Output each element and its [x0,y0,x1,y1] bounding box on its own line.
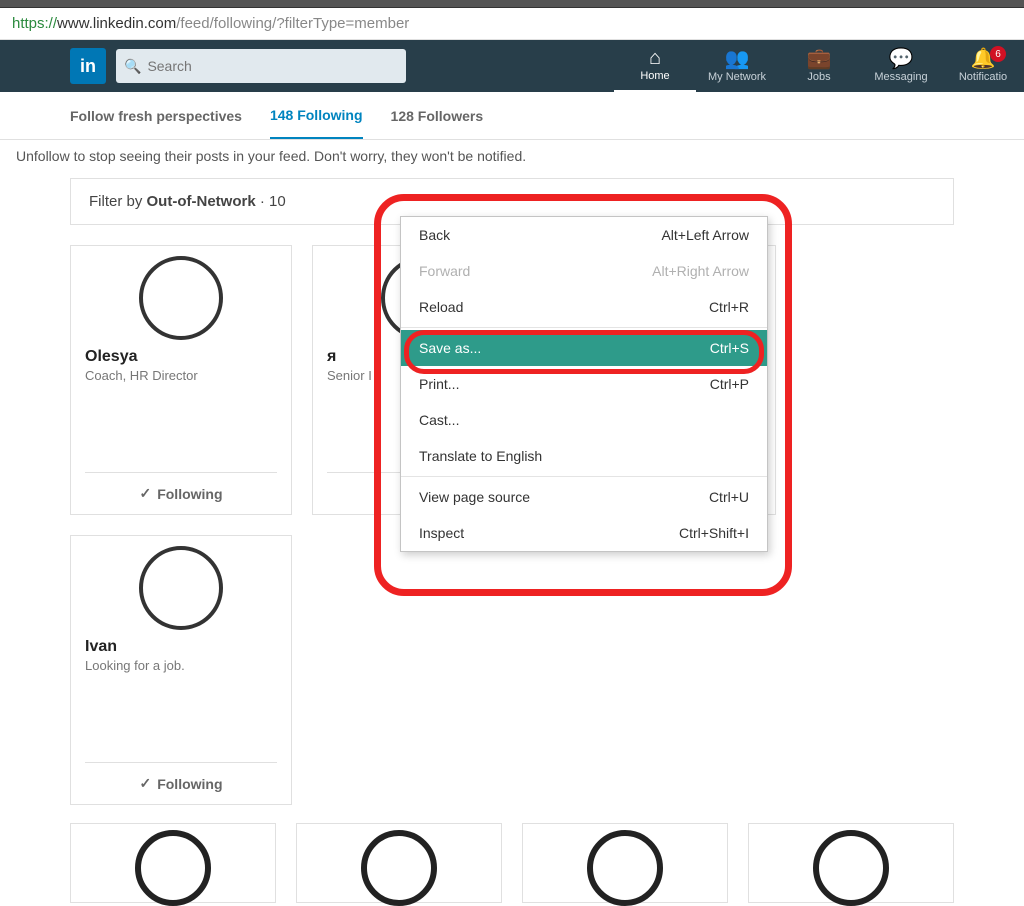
person-name: Ivan [85,638,117,656]
following-button[interactable]: ✓Following [85,472,277,514]
context-menu: BackAlt+Left Arrow ForwardAlt+Right Arro… [400,216,768,552]
person-card[interactable] [522,823,728,903]
avatar [139,256,223,340]
nav-label: Jobs [807,71,830,83]
sub-nav: Follow fresh perspectives 148 Following … [0,92,1024,140]
search-input[interactable] [147,58,398,74]
search-box[interactable]: 🔍 [116,49,406,83]
cm-separator [401,476,767,477]
chat-icon: 💬 [889,49,914,69]
top-nav: in 🔍 ⌂ Home 👥 My Network 💼 Jobs 💬 Messag… [0,40,1024,92]
avatar [139,546,223,630]
nav-label: My Network [708,71,766,83]
tab-followers[interactable]: 128 Followers [391,108,484,124]
cm-inspect[interactable]: InspectCtrl+Shift+I [401,515,767,551]
person-card[interactable] [748,823,954,903]
url-path: /feed/following/?filterType=member [176,15,409,32]
avatar [135,830,211,906]
people-grid-row-2 [0,805,1024,903]
briefcase-icon: 💼 [807,49,832,69]
home-icon: ⌂ [649,48,661,68]
url-bar[interactable]: https://www.linkedin.com/feed/following/… [0,8,1024,40]
unfollow-notice: Unfollow to stop seeing their posts in y… [0,140,1024,172]
tab-following[interactable]: 148 Following [270,107,363,139]
person-card[interactable] [296,823,502,903]
person-name: Olesya [85,348,137,366]
avatar [361,830,437,906]
person-card[interactable] [70,823,276,903]
cm-translate[interactable]: Translate to English [401,438,767,474]
avatar [813,830,889,906]
cm-save-as[interactable]: Save as...Ctrl+S [401,330,767,366]
network-icon: 👥 [725,49,750,69]
cm-separator [401,327,767,328]
following-button[interactable]: ✓Following [85,762,277,804]
url-protocol: https:// [12,15,57,32]
person-name: я [327,348,336,366]
person-tagline: Senior I [327,368,372,383]
person-card[interactable]: Ivan Looking for a job. ✓Following [70,535,292,805]
check-icon: ✓ [139,775,151,792]
nav-my-network[interactable]: 👥 My Network [696,40,778,92]
tab-fresh-perspectives[interactable]: Follow fresh perspectives [70,108,242,124]
cm-reload[interactable]: ReloadCtrl+R [401,289,767,325]
nav-label: Notificatio [959,71,1007,83]
avatar [587,830,663,906]
cm-back[interactable]: BackAlt+Left Arrow [401,217,767,253]
nav-label: Messaging [874,71,927,83]
nav-notifications[interactable]: 🔔 6 Notificatio [942,40,1024,92]
nav-home[interactable]: ⌂ Home [614,40,696,92]
url-host: www.linkedin.com [57,15,176,32]
linkedin-logo[interactable]: in [70,48,106,84]
cm-view-source[interactable]: View page sourceCtrl+U [401,479,767,515]
check-icon: ✓ [139,485,151,502]
cm-cast[interactable]: Cast... [401,402,767,438]
notifications-badge: 6 [990,46,1006,62]
browser-chrome-top [0,0,1024,8]
person-tagline: Looking for a job. [85,658,185,673]
person-card[interactable]: Olesya Coach, HR Director ✓Following [70,245,292,515]
nav-label: Home [640,70,669,82]
nav-messaging[interactable]: 💬 Messaging [860,40,942,92]
person-tagline: Coach, HR Director [85,368,198,383]
cm-print[interactable]: Print...Ctrl+P [401,366,767,402]
search-icon: 🔍 [124,58,141,75]
nav-jobs[interactable]: 💼 Jobs [778,40,860,92]
cm-forward: ForwardAlt+Right Arrow [401,253,767,289]
